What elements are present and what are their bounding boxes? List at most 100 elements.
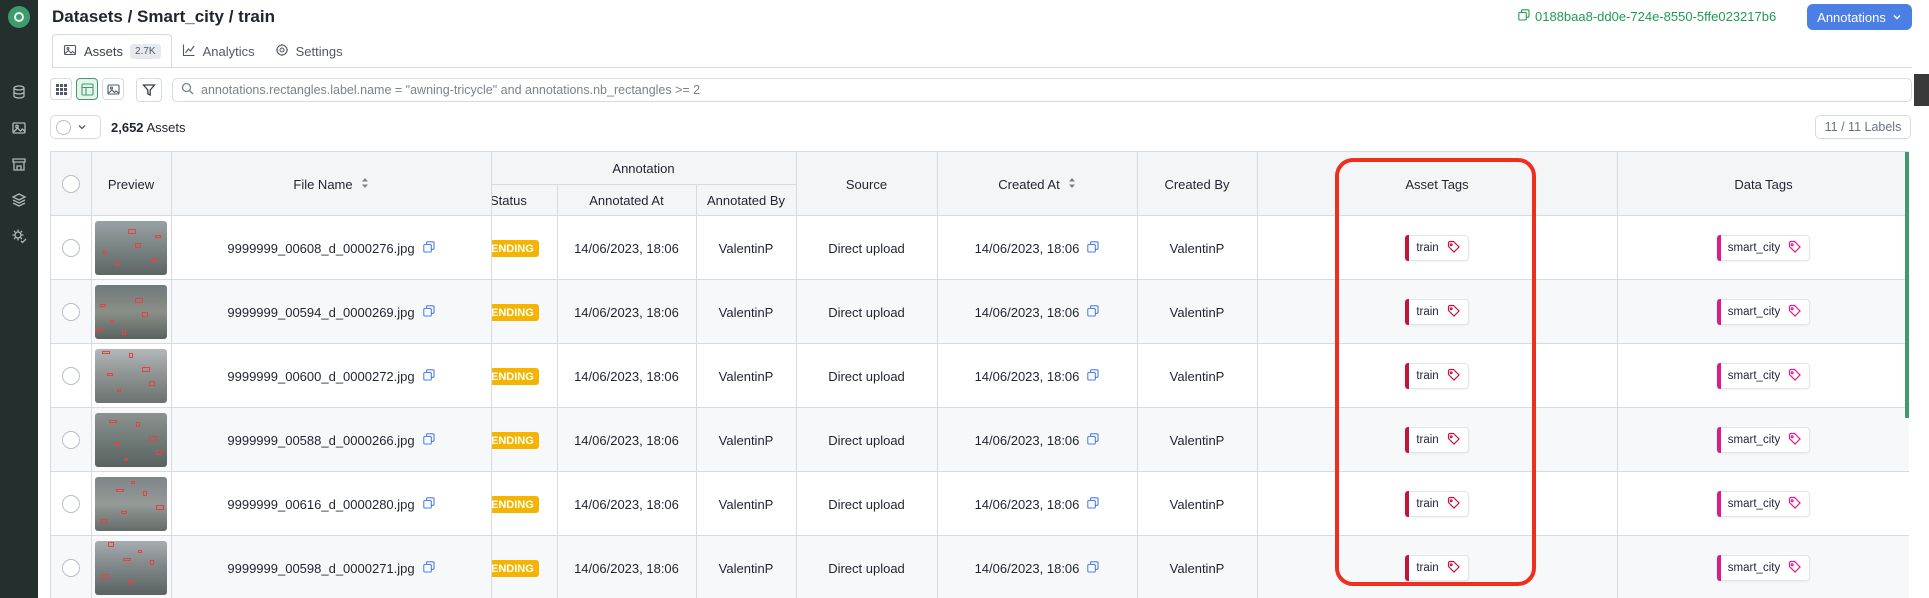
row-checkbox[interactable] [62, 303, 80, 321]
tabs-divider [52, 67, 1912, 68]
header-preview-label: Preview [107, 176, 155, 192]
dataset-id[interactable]: 0188baa8-dd0e-724e-8550-5ffe023217b6 [1518, 9, 1776, 24]
logo-icon[interactable] [8, 6, 30, 28]
annotation-box [142, 312, 148, 317]
copy-icon[interactable] [1518, 9, 1530, 24]
labels-button[interactable]: 11 / 11 Labels [1815, 115, 1911, 139]
select-all-dropdown[interactable] [50, 115, 101, 139]
tab-analytics-label: Analytics [202, 43, 255, 59]
asset-thumbnail[interactable] [95, 541, 167, 595]
copy-icon[interactable] [1087, 240, 1099, 256]
grid-view-button[interactable] [50, 78, 72, 100]
copy-icon[interactable] [422, 496, 435, 512]
annotated-at-cell: 14/06/2023, 18:06 [557, 536, 696, 598]
file-name[interactable]: 9999999_00600_d_0000272.jpg [227, 369, 414, 384]
image-view-button[interactable] [102, 78, 124, 100]
data-tag-chip[interactable]: smart_city [1716, 363, 1811, 389]
data-tag-chip[interactable]: smart_city [1716, 427, 1811, 453]
asset-thumbnail[interactable] [95, 477, 167, 531]
file-name-cell: 9999999_00608_d_0000276.jpg [171, 216, 491, 280]
sort-icon[interactable] [361, 177, 369, 192]
row-checkbox[interactable] [62, 239, 80, 257]
tag-icon [1788, 368, 1802, 384]
header-created-by: Created By [1137, 152, 1257, 216]
annotation-box [128, 580, 134, 583]
tag-icon [1788, 560, 1802, 576]
file-name[interactable]: 9999999_00588_d_0000266.jpg [227, 433, 414, 448]
table-scrollbar[interactable] [1905, 152, 1909, 418]
data-tag-chip[interactable]: smart_city [1716, 491, 1811, 517]
file-name[interactable]: 9999999_00598_d_0000271.jpg [227, 561, 414, 576]
copy-icon[interactable] [422, 240, 435, 256]
created-by: ValentinP [1169, 432, 1225, 448]
status-cell: ENDING [491, 344, 557, 408]
annotation-box [101, 519, 107, 524]
annotated-at-cell: 14/06/2023, 18:06 [557, 280, 696, 344]
copy-icon[interactable] [422, 368, 435, 384]
tab-analytics[interactable]: Analytics [172, 34, 265, 68]
header-annotated-at: Annotated At [557, 184, 696, 216]
copy-icon[interactable] [422, 432, 435, 448]
row-checkbox[interactable] [62, 431, 80, 449]
file-name[interactable]: 9999999_00608_d_0000276.jpg [227, 241, 414, 256]
database-icon[interactable] [11, 84, 27, 100]
header-annotated-at-label: Annotated At [589, 192, 664, 208]
annotation-box [128, 229, 136, 234]
annotation-box [129, 353, 133, 358]
copy-icon[interactable] [1087, 432, 1099, 448]
data-tag-chip[interactable]: smart_city [1716, 235, 1811, 261]
copy-icon[interactable] [1087, 368, 1099, 384]
copy-icon[interactable] [422, 560, 435, 576]
created-by-cell: ValentinP [1137, 216, 1257, 280]
chart-icon [182, 43, 196, 60]
row-select-cell [51, 408, 91, 472]
created-by: ValentinP [1169, 240, 1225, 256]
annotated-by-cell: ValentinP [696, 536, 796, 598]
file-name[interactable]: 9999999_00594_d_0000269.jpg [227, 305, 414, 320]
breadcrumb-dataset[interactable]: Smart_city [137, 7, 224, 26]
search-bar[interactable] [172, 78, 1912, 102]
annotation-box [142, 367, 150, 372]
row-checkbox[interactable] [62, 559, 80, 577]
copy-icon[interactable] [1087, 496, 1099, 512]
search-input[interactable] [201, 83, 1901, 97]
status-badge: ENDING [491, 496, 539, 513]
copy-icon[interactable] [1087, 304, 1099, 320]
column-divider [937, 152, 938, 598]
asset-thumbnail[interactable] [95, 221, 167, 275]
row-checkbox[interactable] [62, 495, 80, 513]
row-checkbox[interactable] [62, 367, 80, 385]
annotations-button[interactable]: Annotations [1807, 4, 1912, 30]
image-icon[interactable] [11, 120, 27, 136]
annotation-box [136, 422, 140, 427]
status-badge: ENDING [491, 560, 539, 577]
table-view-button[interactable] [76, 78, 98, 100]
copy-icon[interactable] [1087, 560, 1099, 576]
layers-icon[interactable] [11, 192, 27, 208]
asset-thumbnail[interactable] [95, 413, 167, 467]
shop-icon[interactable] [11, 156, 27, 172]
annotated-at-cell: 14/06/2023, 18:06 [557, 216, 696, 280]
tab-assets[interactable]: Assets 2.7K [52, 34, 172, 68]
filter-button[interactable] [136, 78, 162, 102]
file-name[interactable]: 9999999_00616_d_0000280.jpg [227, 497, 414, 512]
select-all-checkbox[interactable] [56, 119, 71, 135]
header-created-at[interactable]: Created At [937, 152, 1137, 216]
tab-settings[interactable]: Settings [265, 34, 353, 68]
source: Direct upload [828, 304, 905, 320]
settings-check-icon[interactable] [11, 228, 27, 244]
header-annotation-group: Annotation [491, 152, 796, 184]
breadcrumb-datasets[interactable]: Datasets [52, 7, 123, 26]
annotation-box [108, 542, 114, 547]
table-icon [80, 82, 94, 96]
data-tag-chip[interactable]: smart_city [1716, 299, 1811, 325]
data-tag-chip[interactable]: smart_city [1716, 555, 1811, 581]
sort-icon[interactable] [1068, 177, 1076, 192]
header-source-label: Source [845, 176, 888, 192]
preview-cell [91, 408, 171, 472]
select-all-rows-checkbox[interactable] [62, 175, 80, 193]
asset-thumbnail[interactable] [95, 285, 167, 339]
asset-thumbnail[interactable] [95, 349, 167, 403]
header-file-name[interactable]: File Name [171, 152, 491, 216]
copy-icon[interactable] [422, 304, 435, 320]
